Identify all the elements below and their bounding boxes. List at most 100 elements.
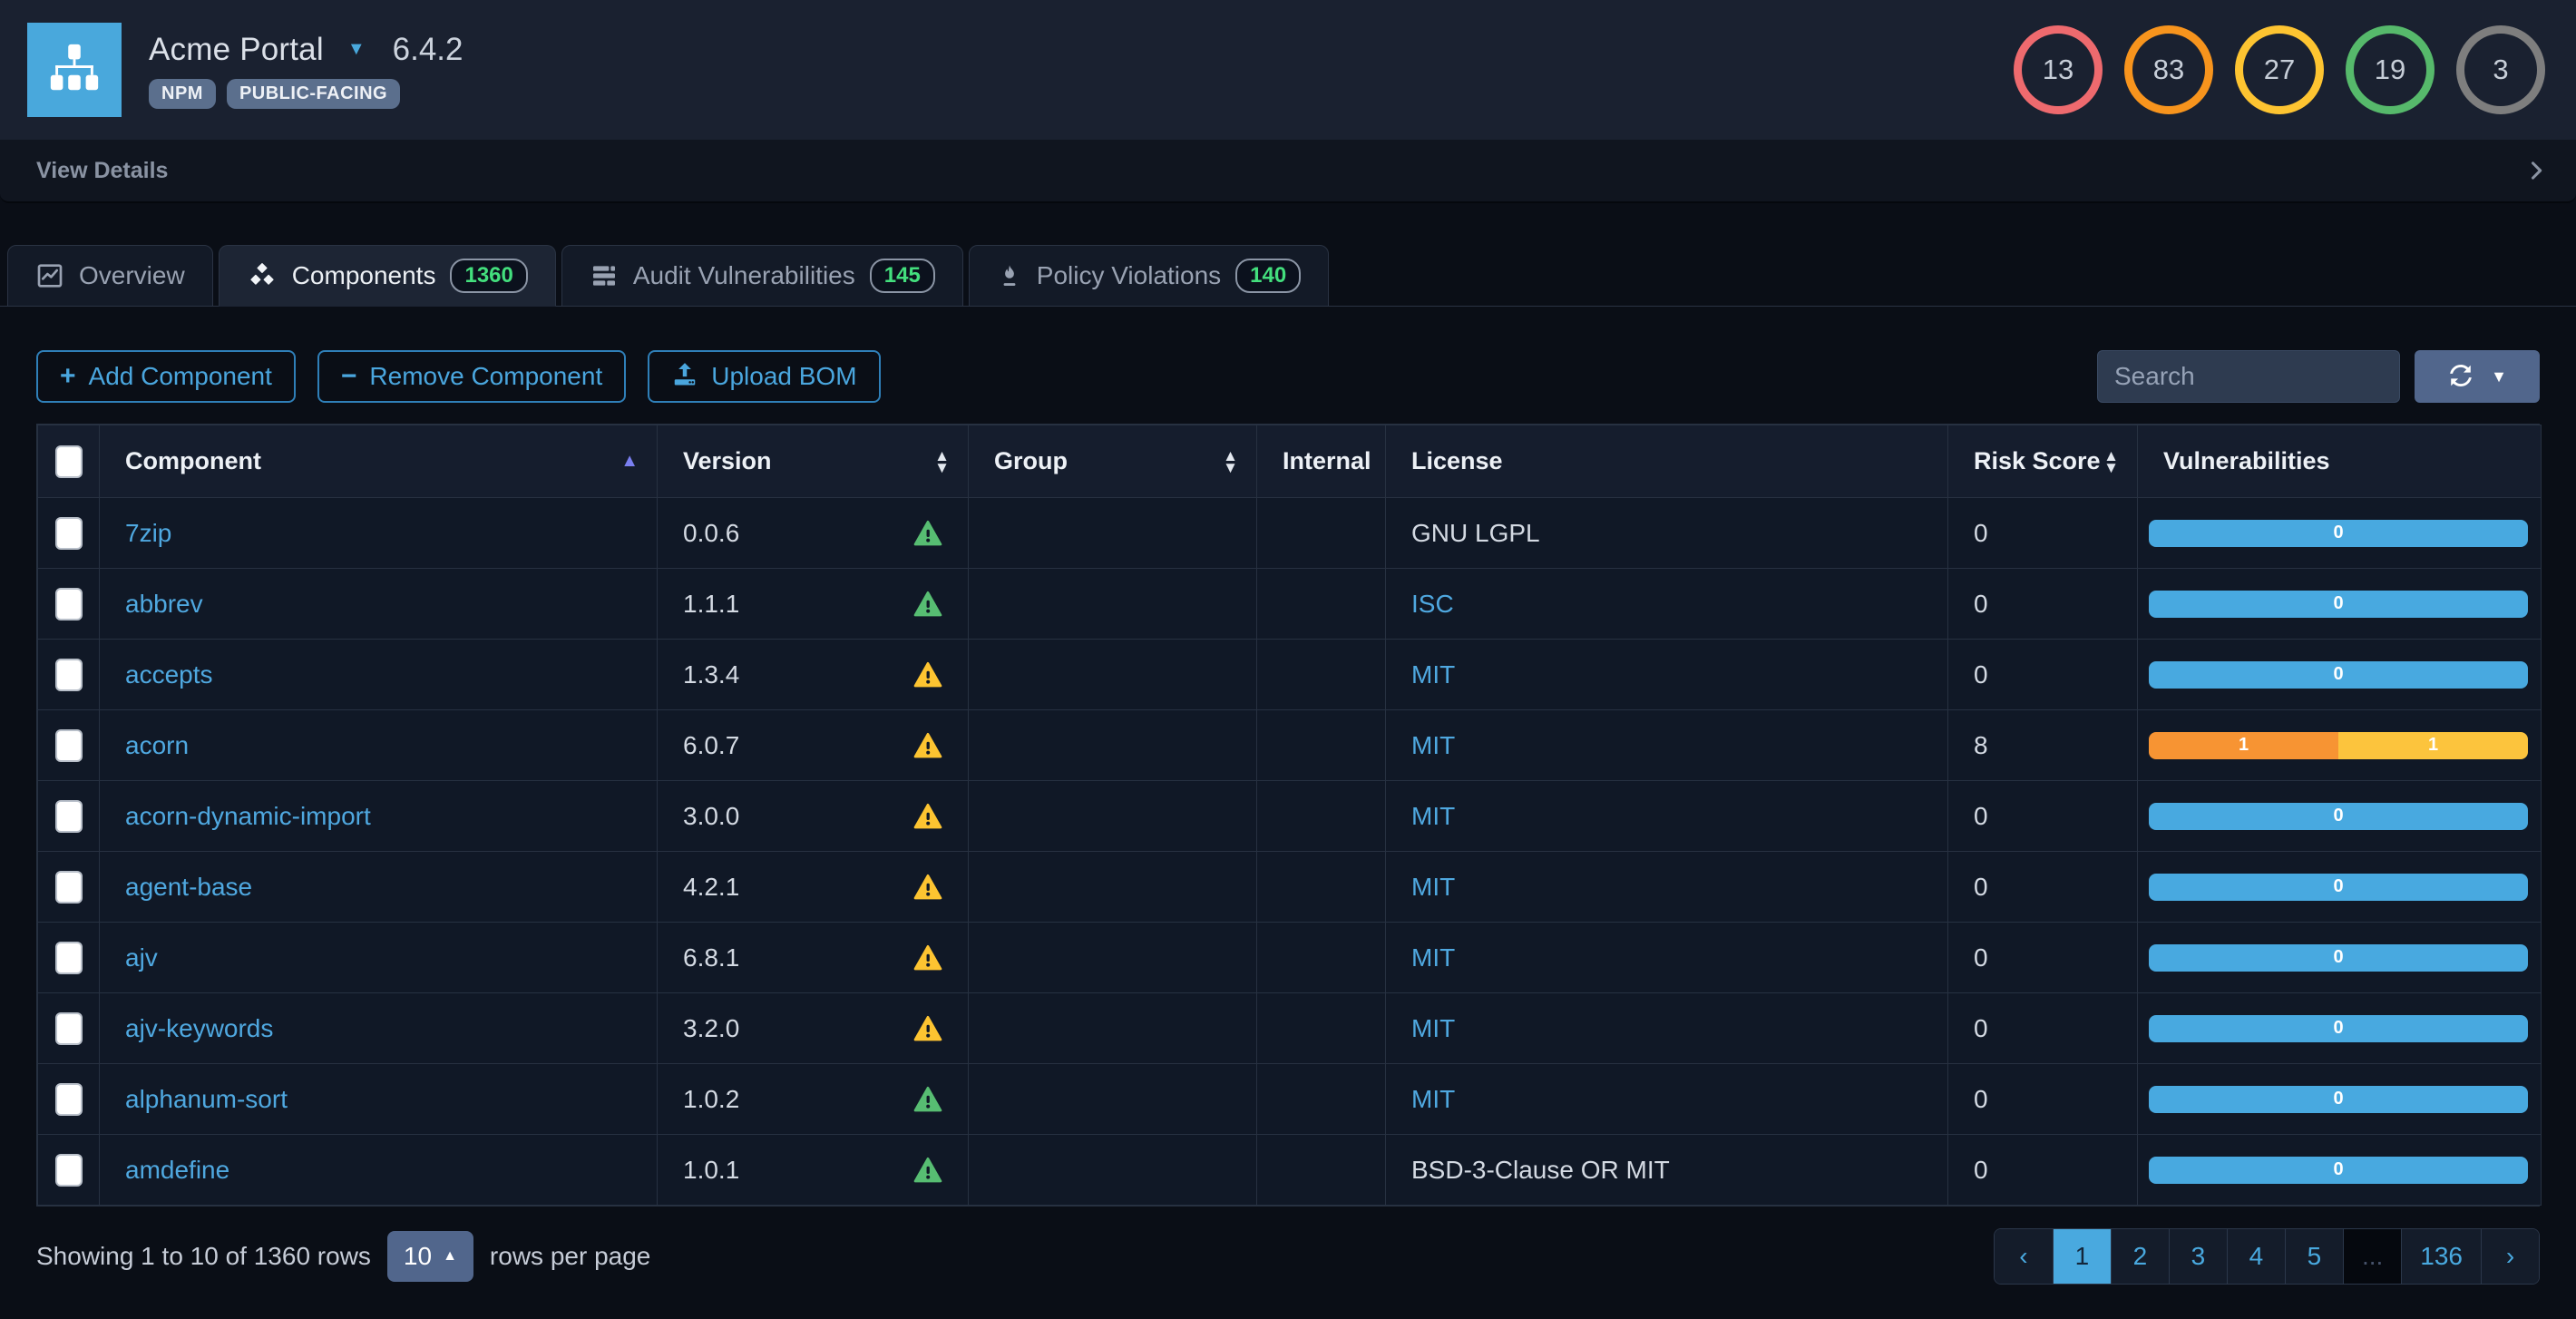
- license-link[interactable]: MIT: [1411, 943, 1455, 972]
- upload-bom-button[interactable]: Upload BOM: [648, 350, 880, 403]
- tab-audit-vulnerabilities[interactable]: Audit Vulnerabilities 145: [561, 245, 963, 307]
- component-link[interactable]: abbrev: [125, 590, 203, 618]
- vulnerability-bar: 0: [2149, 1086, 2528, 1113]
- row-checkbox[interactable]: [55, 1012, 83, 1045]
- vulnerability-bar: 0: [2149, 661, 2528, 689]
- row-checkbox[interactable]: [55, 588, 83, 620]
- component-link[interactable]: acorn-dynamic-import: [125, 802, 371, 830]
- version-value: 1.0.1: [683, 1156, 950, 1185]
- pagination-page-136[interactable]: 136: [2401, 1229, 2481, 1284]
- version-outdated-warning-icon: [913, 802, 942, 831]
- license-link[interactable]: MIT: [1411, 873, 1455, 901]
- vulnerabilities-cell: 0: [2138, 1135, 2542, 1206]
- pagination-page-5[interactable]: 5: [2285, 1229, 2343, 1284]
- row-checkbox-cell: [38, 852, 100, 923]
- pagination-next[interactable]: ›: [2481, 1229, 2539, 1284]
- pagination-prev[interactable]: ‹: [1995, 1229, 2053, 1284]
- column-label: Component: [125, 447, 261, 475]
- app-header: Acme Portal ▼ 6.4.2 NPMPUBLIC-FACING 138…: [0, 0, 2576, 140]
- severity-ring-unassigned: 3: [2456, 25, 2545, 114]
- tab-policy-violations[interactable]: Policy Violations 140: [969, 245, 1329, 307]
- component-link[interactable]: 7zip: [125, 519, 171, 547]
- version-cell: 6.8.1: [658, 923, 969, 993]
- component-link[interactable]: acorn: [125, 731, 189, 759]
- component-link[interactable]: agent-base: [125, 873, 252, 901]
- severity-summary: 138327193: [2014, 25, 2545, 114]
- tab-components[interactable]: Components 1360: [219, 245, 556, 307]
- version-value: 0.0.6: [683, 519, 950, 548]
- component-cell: accepts: [100, 640, 658, 710]
- pagination-page-3[interactable]: 3: [2169, 1229, 2227, 1284]
- upload-bom-label: Upload BOM: [711, 362, 856, 391]
- row-checkbox[interactable]: [55, 517, 83, 550]
- license-link[interactable]: MIT: [1411, 802, 1455, 830]
- tab-bar: Overview Components 1360 Audit Vulnerabi…: [0, 245, 2576, 307]
- page-size-dropdown[interactable]: 10 ▲: [387, 1231, 473, 1282]
- vulnerability-segment-info: 0: [2149, 1015, 2528, 1042]
- select-all-checkbox[interactable]: [55, 445, 83, 478]
- row-checkbox[interactable]: [55, 1083, 83, 1116]
- minus-icon: −: [341, 363, 357, 390]
- version-cell: 0.0.6: [658, 498, 969, 569]
- column-header-component[interactable]: Component ▲: [100, 425, 658, 498]
- remove-component-button[interactable]: − Remove Component: [317, 350, 626, 403]
- project-dropdown-caret-icon[interactable]: ▼: [347, 39, 366, 60]
- component-cell: acorn-dynamic-import: [100, 781, 658, 852]
- add-component-button[interactable]: + Add Component: [36, 350, 296, 403]
- chevron-down-icon: ▼: [2491, 367, 2507, 386]
- row-checkbox[interactable]: [55, 800, 83, 833]
- column-header-risk-score[interactable]: Risk Score▲▼: [1948, 425, 2138, 498]
- search-input[interactable]: [2097, 350, 2400, 403]
- vulnerabilities-cell: 0: [2138, 498, 2542, 569]
- tab-overview[interactable]: Overview: [7, 245, 213, 307]
- version-value: 4.2.1: [683, 873, 950, 902]
- vulnerability-segment-info: 0: [2149, 1157, 2528, 1184]
- component-link[interactable]: accepts: [125, 660, 213, 689]
- license-link[interactable]: MIT: [1411, 731, 1455, 759]
- component-link[interactable]: ajv: [125, 943, 158, 972]
- column-header-version[interactable]: Version▲▼: [658, 425, 969, 498]
- license-cell: MIT: [1386, 781, 1948, 852]
- column-header-group[interactable]: Group▲▼: [969, 425, 1257, 498]
- refresh-button[interactable]: ▼: [2415, 350, 2540, 403]
- cubes-icon: [247, 260, 278, 291]
- vulnerability-segment-info: 0: [2149, 661, 2528, 689]
- version-value: 1.3.4: [683, 660, 950, 689]
- row-checkbox[interactable]: [55, 871, 83, 904]
- internal-cell: [1257, 993, 1386, 1064]
- component-cell: abbrev: [100, 569, 658, 640]
- view-details-bar[interactable]: View Details: [0, 140, 2576, 203]
- pagination-page-4[interactable]: 4: [2227, 1229, 2285, 1284]
- component-link[interactable]: ajv-keywords: [125, 1014, 273, 1042]
- row-checkbox[interactable]: [55, 1154, 83, 1187]
- license-link[interactable]: MIT: [1411, 660, 1455, 689]
- row-checkbox-cell: [38, 993, 100, 1064]
- risk-score-cell: 0: [1948, 1135, 2138, 1206]
- license-cell: MIT: [1386, 640, 1948, 710]
- sort-asc-icon: ▲: [620, 451, 639, 472]
- component-cell: ajv-keywords: [100, 993, 658, 1064]
- internal-cell: [1257, 640, 1386, 710]
- row-checkbox[interactable]: [55, 659, 83, 691]
- column-label: Internal: [1283, 447, 1371, 475]
- column-label: License: [1411, 447, 1503, 475]
- vulnerability-segment-info: 0: [2149, 803, 2528, 830]
- row-checkbox[interactable]: [55, 942, 83, 974]
- component-link[interactable]: amdefine: [125, 1156, 229, 1184]
- vulnerability-segment-medium: 1: [2338, 732, 2528, 759]
- component-link[interactable]: alphanum-sort: [125, 1085, 288, 1113]
- pagination-page-1[interactable]: 1: [2053, 1229, 2111, 1284]
- group-cell: [969, 923, 1257, 993]
- vulnerabilities-cell: 0: [2138, 993, 2542, 1064]
- showing-rows-text: Showing 1 to 10 of 1360 rows: [36, 1242, 371, 1271]
- table-row: amdefine1.0.1BSD-3-Clause OR MIT00: [38, 1135, 2542, 1206]
- vulnerability-bar: 0: [2149, 1015, 2528, 1042]
- license-link[interactable]: MIT: [1411, 1085, 1455, 1113]
- row-checkbox[interactable]: [55, 729, 83, 762]
- sitemap-icon: [46, 40, 102, 101]
- pagination-page-2[interactable]: 2: [2111, 1229, 2169, 1284]
- license-link[interactable]: ISC: [1411, 590, 1454, 618]
- table-row: acorn6.0.7MIT811: [38, 710, 2542, 781]
- add-component-label: Add Component: [89, 362, 272, 391]
- license-link[interactable]: MIT: [1411, 1014, 1455, 1042]
